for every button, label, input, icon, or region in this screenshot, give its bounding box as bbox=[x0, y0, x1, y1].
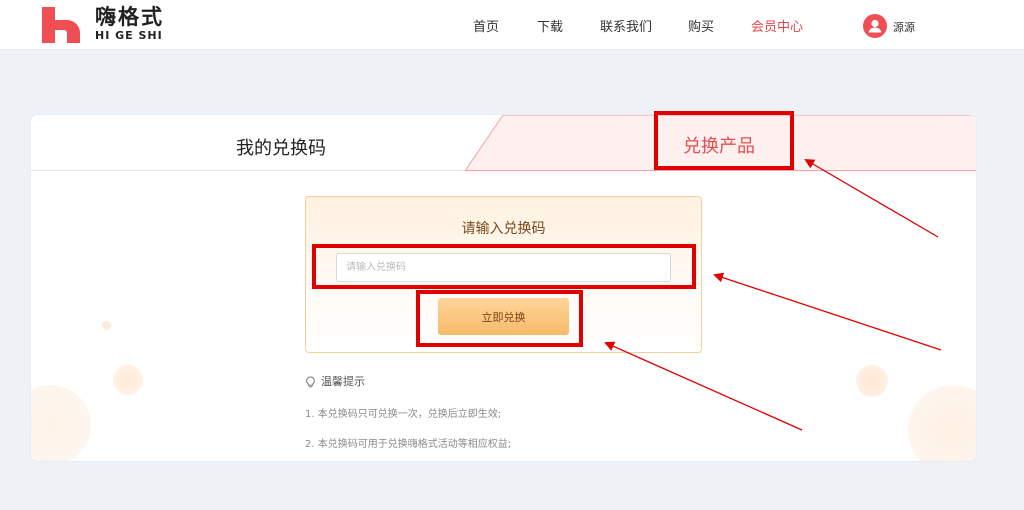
nav-contact-us[interactable]: 联系我们 bbox=[600, 16, 652, 35]
decor-circle bbox=[113, 365, 143, 395]
tips-heading-text: 温馨提示 bbox=[321, 375, 365, 388]
decor-circle bbox=[856, 365, 888, 397]
nav-home[interactable]: 首页 bbox=[473, 16, 499, 35]
nav-buy[interactable]: 购买 bbox=[688, 16, 714, 35]
logo-name-en: HI GE SHI bbox=[95, 29, 163, 42]
redeem-panel: 请输入兑换码 立即兑换 bbox=[305, 196, 702, 353]
lightbulb-icon bbox=[306, 376, 315, 388]
logo-name-cn: 嗨格式 bbox=[95, 5, 164, 29]
tab-bar bbox=[31, 115, 976, 171]
nav-download[interactable]: 下载 bbox=[537, 16, 563, 35]
nav-member-center[interactable]: 会员中心 bbox=[751, 16, 803, 35]
decor-circle bbox=[31, 385, 91, 461]
decor-circle bbox=[102, 321, 111, 330]
redeem-title: 请输入兑换码 bbox=[461, 221, 546, 237]
tips-heading: 温馨提示 bbox=[305, 374, 705, 392]
user-icon bbox=[868, 19, 882, 33]
top-header: 嗨格式 HI GE SHI 首页 下载 联系我们 购买 会员中心 源源 bbox=[0, 0, 1024, 50]
tab-redeem-product[interactable]: 兑换产品 bbox=[683, 132, 755, 158]
username[interactable]: 源源 bbox=[893, 19, 915, 35]
tip-item: 2. 本兑换码可用于兑换嗨格式活动等相应权益; bbox=[305, 439, 512, 450]
tips-section: 温馨提示 1. 本兑换码只可兑换一次，兑换后立即生效; 2. 本兑换码可用于兑换… bbox=[305, 374, 705, 450]
logo-text[interactable]: 嗨格式 HI GE SHI bbox=[95, 6, 164, 43]
redeem-code-input[interactable] bbox=[336, 253, 671, 282]
tab-my-codes[interactable]: 我的兑换码 bbox=[236, 134, 326, 160]
tip-item: 1. 本兑换码只可兑换一次，兑换后立即生效; bbox=[305, 409, 502, 420]
decor-circle bbox=[908, 385, 976, 461]
redeem-now-button[interactable]: 立即兑换 bbox=[438, 298, 569, 335]
user-avatar[interactable] bbox=[863, 14, 887, 38]
logo-icon[interactable] bbox=[40, 5, 82, 45]
redeem-card: 我的兑换码 兑换产品 请输入兑换码 立即兑换 温馨提示 1. 本兑换码只可兑换一… bbox=[30, 114, 977, 462]
